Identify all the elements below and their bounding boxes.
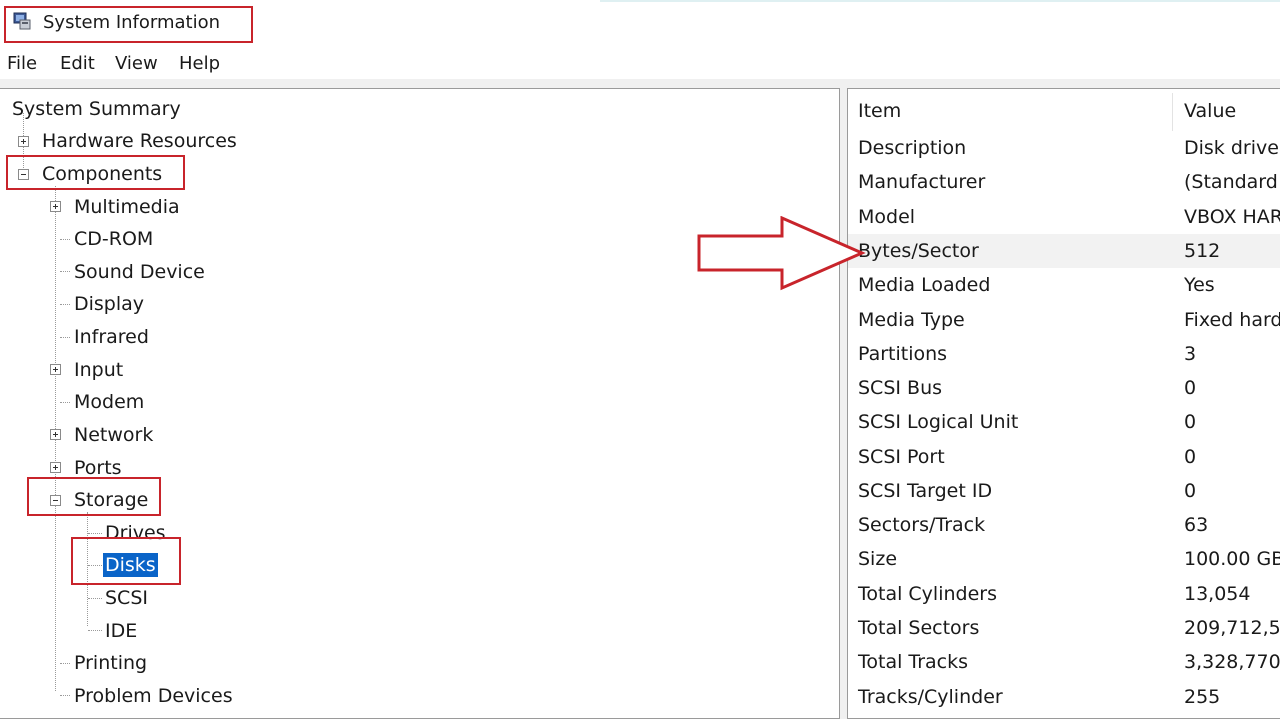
tree-item-system-summary[interactable]: System Summary <box>12 97 181 121</box>
row-item: Partitions <box>858 343 948 365</box>
row-value: 3 <box>1184 343 1197 365</box>
row-item: SCSI Logical Unit <box>858 411 1019 433</box>
expand-icon[interactable] <box>50 429 61 440</box>
tree-item-input[interactable]: Input <box>74 358 123 382</box>
row-item: Size <box>858 548 898 570</box>
tree-line <box>88 630 102 631</box>
tree-item-scsi[interactable]: SCSI <box>105 586 148 610</box>
expand-icon[interactable] <box>18 136 29 147</box>
row-item: Model <box>858 206 916 228</box>
row-item: Description <box>858 137 967 159</box>
row-value: Yes <box>1184 274 1215 296</box>
components-highlight-box <box>6 155 185 190</box>
tree-line <box>60 663 70 664</box>
tree-line <box>60 239 70 240</box>
row-value: 0 <box>1184 377 1197 399</box>
tree-item-problem-devices[interactable]: Problem Devices <box>74 684 233 708</box>
row-value: 63 <box>1184 514 1209 536</box>
tree-line <box>88 598 102 599</box>
row-value: 13,054 <box>1184 583 1251 605</box>
row-item: Total Tracks <box>858 651 969 673</box>
row-value: Disk drive <box>1184 137 1279 159</box>
storage-highlight-box <box>27 477 161 516</box>
row-value: 209,712,51 <box>1184 617 1280 639</box>
tree-line <box>60 304 70 305</box>
tree-item-network[interactable]: Network <box>74 423 153 447</box>
row-item: SCSI Port <box>858 446 945 468</box>
column-separator[interactable] <box>1172 93 1173 131</box>
title-highlight-box <box>4 6 253 43</box>
row-value: (Standard <box>1184 171 1278 193</box>
row-item: Bytes/Sector <box>858 240 979 262</box>
row-value: Fixed hard <box>1184 309 1280 331</box>
row-item: Sectors/Track <box>858 514 986 536</box>
row-value: 100.00 GB <box>1184 548 1280 570</box>
tree-line <box>60 271 70 272</box>
tree-line <box>60 337 70 338</box>
menu-bar: File Edit View Help <box>0 48 1280 78</box>
tree-item-ide[interactable]: IDE <box>105 619 137 643</box>
expand-icon[interactable] <box>50 462 61 473</box>
tree-item-printing[interactable]: Printing <box>74 651 147 675</box>
row-item: Media Type <box>858 309 965 331</box>
row-item: Total Cylinders <box>858 583 997 605</box>
menu-help[interactable]: Help <box>179 52 220 76</box>
top-accent-line <box>600 0 1280 2</box>
row-item: Media Loaded <box>858 274 991 296</box>
row-item: Total Sectors <box>858 617 980 639</box>
tree-line <box>60 402 70 403</box>
column-header-value[interactable]: Value <box>1184 99 1236 123</box>
row-value: 0 <box>1184 411 1197 433</box>
tree-item-infrared[interactable]: Infrared <box>74 325 149 349</box>
row-value: 3,328,770 <box>1184 651 1280 673</box>
row-value: 255 <box>1184 686 1221 708</box>
tree-item-hardware-resources[interactable]: Hardware Resources <box>42 129 237 153</box>
row-value: 0 <box>1184 446 1197 468</box>
row-item: Tracks/Cylinder <box>858 686 1003 708</box>
tree-item-modem[interactable]: Modem <box>74 390 144 414</box>
menu-file[interactable]: File <box>7 52 37 76</box>
row-value: VBOX HAR <box>1184 206 1280 228</box>
menu-edit[interactable]: Edit <box>60 52 95 76</box>
expand-icon[interactable] <box>50 364 61 375</box>
row-item: SCSI Target ID <box>858 480 993 502</box>
row-item: Manufacturer <box>858 171 986 193</box>
column-header-item[interactable]: Item <box>858 99 901 123</box>
row-value: 512 <box>1184 240 1221 262</box>
annotation-arrow-icon <box>697 216 866 291</box>
toolbar-gap <box>0 79 1280 88</box>
tree-line <box>60 695 70 696</box>
expand-icon[interactable] <box>50 201 61 212</box>
tree-item-display[interactable]: Display <box>74 292 144 316</box>
pane-splitter[interactable] <box>840 88 847 719</box>
row-item: SCSI Bus <box>858 377 943 399</box>
tree-item-sound-device[interactable]: Sound Device <box>74 260 205 284</box>
row-value: 0 <box>1184 480 1197 502</box>
tree-item-cd-rom[interactable]: CD-ROM <box>74 227 153 251</box>
menu-view[interactable]: View <box>115 52 158 76</box>
tree-item-multimedia[interactable]: Multimedia <box>74 195 180 219</box>
tree-line <box>88 533 102 534</box>
disks-highlight-box <box>71 537 181 585</box>
